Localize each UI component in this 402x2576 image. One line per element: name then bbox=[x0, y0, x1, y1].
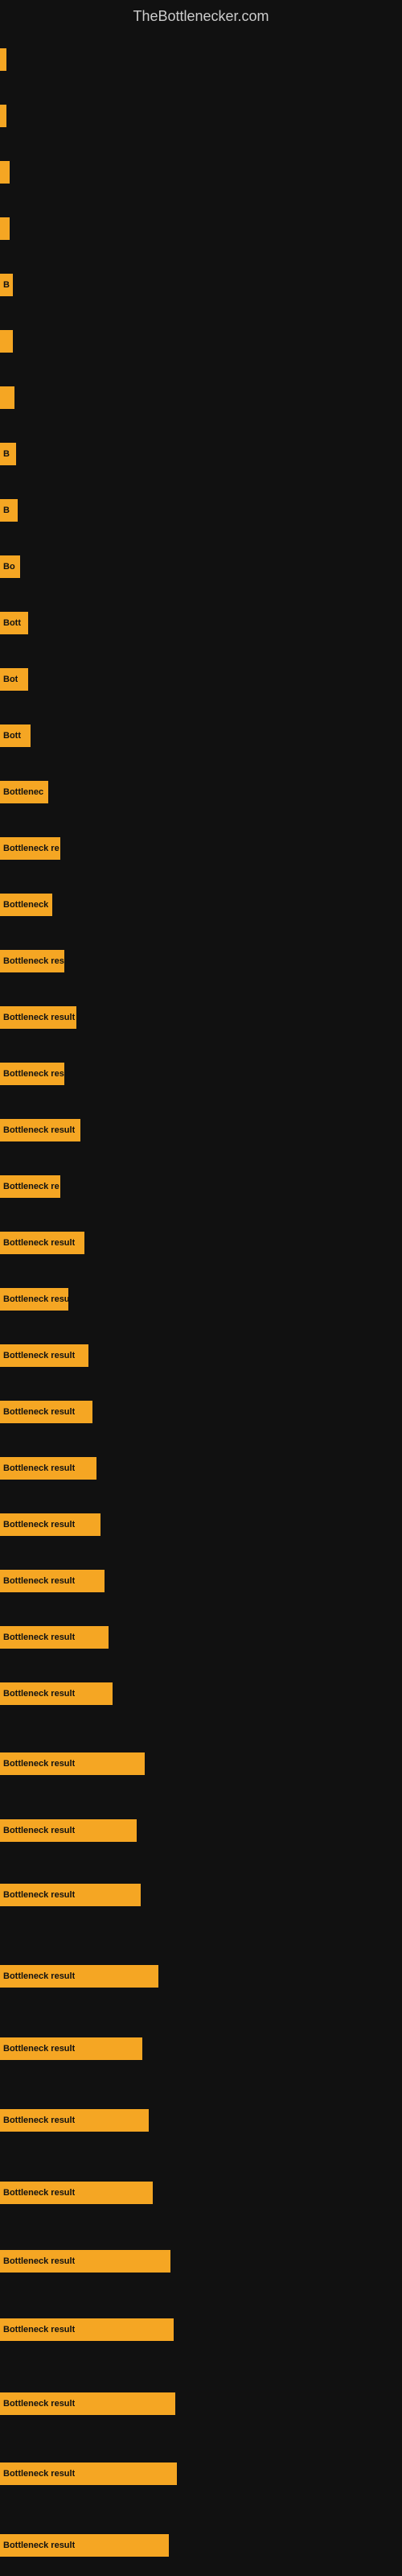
bar-item: Bottleneck res bbox=[0, 1063, 64, 1085]
bar-label: Bottleneck re bbox=[3, 844, 59, 853]
bar-item: Bottleneck result bbox=[0, 1626, 109, 1649]
bar-label: Bottleneck result bbox=[3, 1520, 75, 1530]
bar-label: Bottleneck result bbox=[3, 2044, 75, 2054]
bar-label: Bottleneck res bbox=[3, 1069, 64, 1079]
bar-label: Bottleneck re bbox=[3, 1182, 59, 1191]
bar-label: Bott bbox=[3, 731, 21, 741]
bar-item: B bbox=[0, 443, 16, 465]
bar-item bbox=[0, 217, 10, 240]
bar-label: Bottleneck result bbox=[3, 1351, 75, 1360]
bar-item: Bottleneck bbox=[0, 894, 52, 916]
bar-item: Bottleneck re bbox=[0, 1175, 60, 1198]
bar-item: Bottleneck result bbox=[0, 2182, 153, 2204]
bar-label: Bottleneck result bbox=[3, 1971, 75, 1981]
bar-label: B bbox=[3, 506, 10, 515]
bar-label: Bottleneck result bbox=[3, 2541, 75, 2550]
bar-label: Bottleneck result bbox=[3, 1125, 75, 1135]
bar-item: Bottleneck result bbox=[0, 1965, 158, 1988]
bar-item: Bottleneck result bbox=[0, 2318, 174, 2341]
bar-label: Bo bbox=[3, 562, 15, 572]
bar-label: Bottleneck result bbox=[3, 1407, 75, 1417]
bar-label: Bottleneck result bbox=[3, 2256, 75, 2266]
bar-label: Bottleneck result bbox=[3, 1576, 75, 1586]
bar-item: Bottleneck result bbox=[0, 2462, 177, 2485]
bar-item: Bottleneck result bbox=[0, 2109, 149, 2132]
site-title: TheBottlenecker.com bbox=[0, 0, 402, 29]
bar-label: Bottleneck result bbox=[3, 2325, 75, 2334]
bar-item: Bottleneck res bbox=[0, 950, 64, 972]
bar-label: Bottleneck result bbox=[3, 2469, 75, 2479]
chart-area: TheBottlenecker.com B B B Bo Bott Bot Bott Bott… bbox=[0, 0, 402, 2576]
bar-item: Bottleneck result bbox=[0, 1457, 96, 1480]
bar-label: Bottleneck result bbox=[3, 1689, 75, 1699]
bar-item: Bottleneck result bbox=[0, 1513, 100, 1536]
bar-label: Bottleneck result bbox=[3, 2399, 75, 2409]
bar-item: Bottleneck re bbox=[0, 837, 60, 860]
bar-item: B bbox=[0, 274, 13, 296]
bar-label: Bottlenec bbox=[3, 787, 43, 797]
bar-label: Bot bbox=[3, 675, 18, 684]
bar-item bbox=[0, 105, 6, 127]
bar-label: Bottleneck result bbox=[3, 1463, 75, 1473]
bar-item: Bottleneck result bbox=[0, 1401, 92, 1423]
bar-label: Bottleneck result bbox=[3, 1633, 75, 1642]
bar-item: Bottleneck result bbox=[0, 2392, 175, 2415]
bar-item: Bott bbox=[0, 612, 28, 634]
bar-label: Bottleneck result bbox=[3, 1013, 75, 1022]
bar-item: Bottleneck result bbox=[0, 1752, 145, 1775]
bar-label: Bottleneck result bbox=[3, 1759, 75, 1769]
bar-label: Bottleneck result bbox=[3, 1238, 75, 1248]
bar-item: Bottleneck result bbox=[0, 2250, 170, 2273]
bar-item: Bottleneck result bbox=[0, 1682, 113, 1705]
bar-item bbox=[0, 386, 14, 409]
bar-item bbox=[0, 48, 6, 71]
bar-item: Bottleneck result bbox=[0, 1119, 80, 1141]
bar-item: Bottlenec bbox=[0, 781, 48, 803]
bar-label: Bottleneck result bbox=[3, 1890, 75, 1900]
bar-label: B bbox=[3, 280, 10, 290]
bar-label: Bottleneck res bbox=[3, 956, 64, 966]
bar-item: Bottleneck result bbox=[0, 2534, 169, 2557]
bar-item: Bottleneck result bbox=[0, 1232, 84, 1254]
bar-label: B bbox=[3, 449, 10, 459]
bar-label: Bottleneck bbox=[3, 900, 48, 910]
bar-label: Bottleneck result bbox=[3, 1826, 75, 1835]
bar-item: Bottleneck resu bbox=[0, 1288, 68, 1311]
bar-label: Bottleneck result bbox=[3, 2116, 75, 2125]
bar-item bbox=[0, 330, 13, 353]
bar-item: Bottleneck result bbox=[0, 2037, 142, 2060]
bar-label: Bottleneck resu bbox=[3, 1294, 68, 1304]
bar-item: Bot bbox=[0, 668, 28, 691]
bar-item: Bott bbox=[0, 724, 31, 747]
bar-label: Bott bbox=[3, 618, 21, 628]
bar-item bbox=[0, 161, 10, 184]
bar-item: Bottleneck result bbox=[0, 1006, 76, 1029]
bar-item: Bo bbox=[0, 555, 20, 578]
bar-item: Bottleneck result bbox=[0, 1819, 137, 1842]
bar-item: B bbox=[0, 499, 18, 522]
bar-label: Bottleneck result bbox=[3, 2188, 75, 2198]
bar-item: Bottleneck result bbox=[0, 1884, 141, 1906]
bar-item: Bottleneck result bbox=[0, 1570, 105, 1592]
bar-item: Bottleneck result bbox=[0, 1344, 88, 1367]
